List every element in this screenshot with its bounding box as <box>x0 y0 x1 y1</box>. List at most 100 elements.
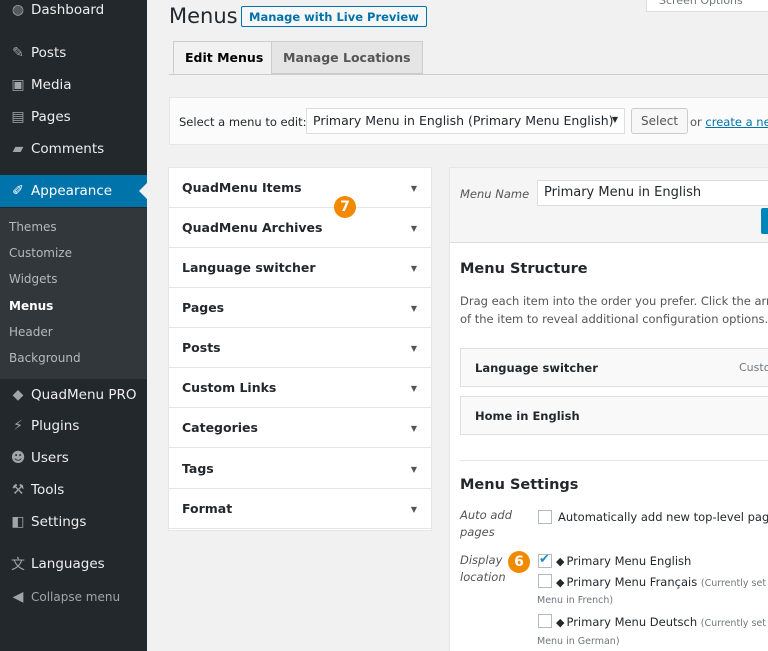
submenu-themes[interactable]: Themes <box>9 220 57 234</box>
menu-edit-panel: Menu Name Primary Menu in English Menu S… <box>449 167 768 651</box>
location-note: (Currently set t <box>700 618 768 629</box>
screen-options-button[interactable]: Screen Options <box>646 0 768 12</box>
tab-edit-menus[interactable]: Edit Menus <box>173 41 276 74</box>
location-french-sub: Menu in French) <box>537 595 614 606</box>
help-line: of the item to reveal additional configu… <box>460 312 768 326</box>
sidebar-item-label: Collapse menu <box>31 590 121 604</box>
section-divider <box>460 460 768 461</box>
or-text: or <box>690 115 702 129</box>
sidebar-item-settings[interactable]: ◧ Settings <box>0 507 147 537</box>
menu-name-input[interactable]: Primary Menu in English <box>537 180 768 206</box>
media-icon: ▣ <box>11 77 25 93</box>
sidebar-item-label: Users <box>31 450 69 466</box>
accordion-quadmenu-items[interactable]: QuadMenu Items ▼ <box>169 168 431 208</box>
save-menu-button[interactable] <box>761 208 768 234</box>
caret-down-icon: ▼ <box>410 384 417 393</box>
dashboard-icon: ◍ <box>11 2 25 18</box>
sidebar-item-media[interactable]: ▣ Media <box>0 70 147 100</box>
tab-divider <box>169 74 768 75</box>
sidebar-item-posts[interactable]: ✎ Posts <box>0 38 147 68</box>
tools-icon: ⚒ <box>11 482 25 498</box>
location-checkbox-english[interactable] <box>538 552 552 568</box>
caret-down-icon: ▼ <box>410 344 417 353</box>
location-label: Primary Menu English <box>566 554 692 568</box>
submenu-customize[interactable]: Customize <box>9 246 72 260</box>
menu-select-bar: Select a menu to edit: Primary Menu in E… <box>169 97 768 145</box>
help-line: Drag each item into the order you prefer… <box>460 294 768 308</box>
admin-sidebar: ◍ Dashboard ✎ Posts ▣ Media ▤ Pages ▰ Co… <box>0 0 147 651</box>
label-line: Auto add <box>460 508 513 522</box>
settings-icon: ◧ <box>11 514 25 530</box>
diamond-icon: ◆ <box>556 616 565 629</box>
accordion-custom-links[interactable]: Custom Links ▼ <box>169 368 431 408</box>
sidebar-item-plugins[interactable]: ⚡ Plugins <box>0 411 147 441</box>
caret-down-icon: ▼ <box>410 224 417 233</box>
menu-item-title: Home in English <box>475 408 580 423</box>
collapse-menu-button[interactable]: ◀ Collapse menu <box>0 582 147 612</box>
auto-add-checkbox[interactable] <box>538 510 552 524</box>
location-checkbox-german[interactable] <box>538 614 552 628</box>
accordion-quadmenu-archives[interactable]: QuadMenu Archives ▼ <box>169 208 431 248</box>
accordion-tags[interactable]: Tags ▼ <box>169 449 431 489</box>
sidebar-item-label: Plugins <box>31 418 80 434</box>
location-german-label: ◆ Primary Menu Deutsch (Currently set t <box>556 615 768 629</box>
select-button[interactable]: Select <box>631 108 689 134</box>
sidebar-item-label: Settings <box>31 514 87 530</box>
accordion-pages[interactable]: Pages ▼ <box>169 288 431 328</box>
accordion-categories[interactable]: Categories ▼ <box>169 408 431 448</box>
sidebar-item-pages[interactable]: ▤ Pages <box>0 102 147 132</box>
accordion-label: Categories <box>182 420 258 435</box>
location-german-sub: Menu in German) <box>537 636 620 647</box>
menu-item[interactable]: Language switcher Custo <box>460 348 768 387</box>
caret-down-icon: ▼ <box>410 184 417 193</box>
menu-name-label: Menu Name <box>460 187 530 201</box>
sidebar-item-appearance[interactable]: ✐ Appearance <box>0 175 147 207</box>
sidebar-item-comments[interactable]: ▰ Comments <box>0 134 147 164</box>
appearance-icon: ✐ <box>12 183 24 199</box>
accordion-posts[interactable]: Posts ▼ <box>169 328 431 368</box>
caret-down-icon: ▼ <box>410 424 417 433</box>
menu-item-title: Language switcher <box>475 360 598 375</box>
sidebar-item-label: QuadMenu PRO <box>31 387 137 403</box>
diamond-icon: ◆ <box>556 555 565 568</box>
dropdown-arrow-icon: ▼ <box>611 115 618 124</box>
submenu-header[interactable]: Header <box>9 325 53 339</box>
comments-icon: ▰ <box>12 141 24 157</box>
sidebar-item-languages[interactable]: 文 Languages <box>0 549 147 579</box>
menu-select-dropdown[interactable]: Primary Menu in English (Primary Menu En… <box>306 108 625 134</box>
submenu-menus[interactable]: Menus <box>9 299 53 313</box>
sidebar-item-label: Media <box>31 77 72 93</box>
submenu-background[interactable]: Background <box>9 351 81 365</box>
sidebar-item-tools[interactable]: ⚒ Tools <box>0 475 147 505</box>
step-badge-7: 7 <box>334 196 356 218</box>
diamond-icon: ◆ <box>556 576 565 589</box>
create-new-menu-link[interactable]: create a new <box>705 115 768 129</box>
quadmenu-icon: ◆ <box>12 387 24 403</box>
sidebar-item-label: Dashboard <box>31 2 105 18</box>
accordion-language-switcher[interactable]: Language switcher ▼ <box>169 248 431 288</box>
location-label: Primary Menu Deutsch <box>566 615 698 629</box>
location-label: Primary Menu Français <box>566 575 698 589</box>
accordion-label: Posts <box>182 340 221 355</box>
live-preview-button[interactable]: Manage with Live Preview <box>241 6 427 27</box>
sidebar-item-label: Pages <box>31 109 71 125</box>
sidebar-item-dashboard[interactable]: ◍ Dashboard <box>0 0 147 25</box>
accordion-format[interactable]: Format ▼ <box>169 489 431 529</box>
menu-select-value: Primary Menu in English (Primary Menu En… <box>313 113 614 128</box>
location-checkbox-french[interactable] <box>538 574 552 588</box>
sidebar-item-label: Appearance <box>31 183 113 199</box>
create-menu-text: or create a new <box>690 115 768 129</box>
menu-item[interactable]: Home in English <box>460 396 768 435</box>
submenu-widgets[interactable]: Widgets <box>9 272 58 286</box>
menu-header: Menu Name Primary Menu in English <box>450 168 768 243</box>
sidebar-item-users[interactable]: ☻ Users <box>0 443 147 473</box>
accordion-label: QuadMenu Items <box>182 180 302 195</box>
tab-manage-locations[interactable]: Manage Locations <box>271 41 423 74</box>
label-line: location <box>460 570 506 584</box>
label-line: Display <box>460 553 503 567</box>
menu-item-type: Custo <box>739 361 768 374</box>
languages-icon: 文 <box>11 557 25 573</box>
sidebar-item-label: Tools <box>31 482 65 498</box>
menu-settings-title: Menu Settings <box>460 477 579 493</box>
sidebar-item-quadmenu[interactable]: ◆ QuadMenu PRO <box>0 380 147 410</box>
